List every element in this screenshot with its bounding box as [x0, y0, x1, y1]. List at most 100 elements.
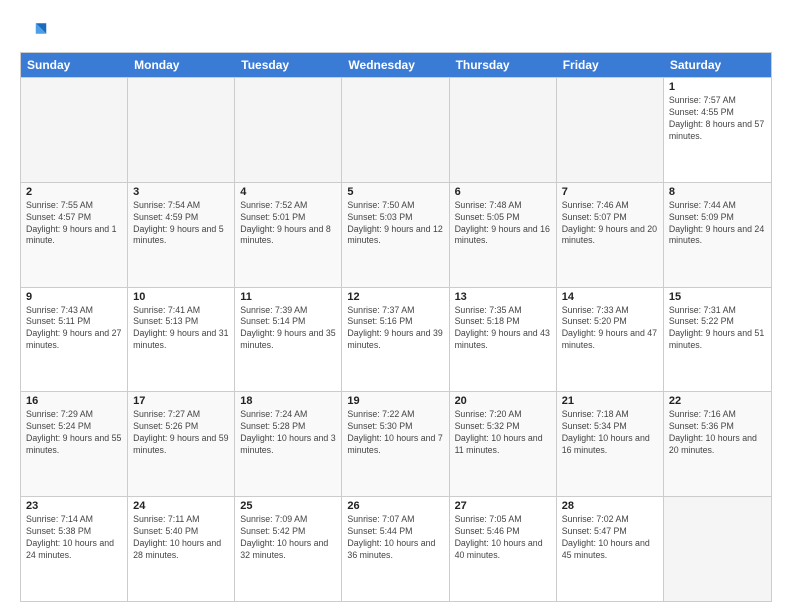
day-number: 26: [347, 500, 443, 512]
day-info: Sunrise: 7:27 AM Sunset: 5:26 PM Dayligh…: [133, 409, 229, 457]
day-info: Sunrise: 7:39 AM Sunset: 5:14 PM Dayligh…: [240, 305, 336, 353]
day-info: Sunrise: 7:43 AM Sunset: 5:11 PM Dayligh…: [26, 305, 122, 353]
cal-cell-4-2: 25 Sunrise: 7:09 AM Sunset: 5:42 PM Dayli…: [235, 497, 342, 601]
day-number: 8: [669, 186, 766, 198]
day-info: Sunrise: 7:05 AM Sunset: 5:46 PM Dayligh…: [455, 514, 551, 562]
cal-cell-4-5: 28 Sunrise: 7:02 AM Sunset: 5:47 PM Dayli…: [557, 497, 664, 601]
day-number: 1: [669, 81, 766, 93]
day-info: Sunrise: 7:11 AM Sunset: 5:40 PM Dayligh…: [133, 514, 229, 562]
cal-cell-3-2: 18 Sunrise: 7:24 AM Sunset: 5:28 PM Dayli…: [235, 392, 342, 496]
day-info: Sunrise: 7:09 AM Sunset: 5:42 PM Dayligh…: [240, 514, 336, 562]
day-info: Sunrise: 7:35 AM Sunset: 5:18 PM Dayligh…: [455, 305, 551, 353]
cal-cell-0-6: 1 Sunrise: 7:57 AM Sunset: 4:55 PM Daylig…: [664, 78, 771, 182]
cal-cell-2-6: 15Sunrise: 7:31 AM Sunset: 5:22 PM Dayli…: [664, 288, 771, 392]
calendar-row-3: 16Sunrise: 7:29 AM Sunset: 5:24 PM Dayli…: [21, 391, 771, 496]
cal-cell-4-6: [664, 497, 771, 601]
day-info: Sunrise: 7:22 AM Sunset: 5:30 PM Dayligh…: [347, 409, 443, 457]
header-day-sunday: Sunday: [21, 53, 128, 77]
cal-cell-1-2: 4 Sunrise: 7:52 AM Sunset: 5:01 PM Daylig…: [235, 183, 342, 287]
day-info: Sunrise: 7:16 AM Sunset: 5:36 PM Dayligh…: [669, 409, 766, 457]
day-info: Sunrise: 7:29 AM Sunset: 5:24 PM Dayligh…: [26, 409, 122, 457]
day-number: 9: [26, 291, 122, 303]
cal-cell-3-0: 16Sunrise: 7:29 AM Sunset: 5:24 PM Dayli…: [21, 392, 128, 496]
day-number: 2: [26, 186, 122, 198]
day-number: 25: [240, 500, 336, 512]
day-info: Sunrise: 7:37 AM Sunset: 5:16 PM Dayligh…: [347, 305, 443, 353]
cal-cell-2-5: 14Sunrise: 7:33 AM Sunset: 5:20 PM Dayli…: [557, 288, 664, 392]
cal-cell-1-1: 3 Sunrise: 7:54 AM Sunset: 4:59 PM Daylig…: [128, 183, 235, 287]
cal-cell-3-1: 17 Sunrise: 7:27 AM Sunset: 5:26 PM Dayli…: [128, 392, 235, 496]
header-day-thursday: Thursday: [450, 53, 557, 77]
day-info: Sunrise: 7:07 AM Sunset: 5:44 PM Dayligh…: [347, 514, 443, 562]
day-info: Sunrise: 7:31 AM Sunset: 5:22 PM Dayligh…: [669, 305, 766, 353]
cal-cell-0-5: [557, 78, 664, 182]
cal-cell-0-3: [342, 78, 449, 182]
day-info: Sunrise: 7:14 AM Sunset: 5:38 PM Dayligh…: [26, 514, 122, 562]
cal-cell-0-0: [21, 78, 128, 182]
header: [20, 18, 772, 46]
day-info: Sunrise: 7:18 AM Sunset: 5:34 PM Dayligh…: [562, 409, 658, 457]
cal-cell-3-6: 22 Sunrise: 7:16 AM Sunset: 5:36 PM Dayli…: [664, 392, 771, 496]
day-number: 13: [455, 291, 551, 303]
day-number: 19: [347, 395, 443, 407]
day-info: Sunrise: 7:41 AM Sunset: 5:13 PM Dayligh…: [133, 305, 229, 353]
header-day-tuesday: Tuesday: [235, 53, 342, 77]
day-number: 28: [562, 500, 658, 512]
cal-cell-1-5: 7 Sunrise: 7:46 AM Sunset: 5:07 PM Daylig…: [557, 183, 664, 287]
cal-cell-0-1: [128, 78, 235, 182]
cal-cell-1-6: 8 Sunrise: 7:44 AM Sunset: 5:09 PM Daylig…: [664, 183, 771, 287]
cal-cell-4-0: 23 Sunrise: 7:14 AM Sunset: 5:38 PM Dayli…: [21, 497, 128, 601]
day-number: 22: [669, 395, 766, 407]
header-day-friday: Friday: [557, 53, 664, 77]
day-number: 12: [347, 291, 443, 303]
day-number: 10: [133, 291, 229, 303]
header-day-saturday: Saturday: [664, 53, 771, 77]
day-info: Sunrise: 7:33 AM Sunset: 5:20 PM Dayligh…: [562, 305, 658, 353]
day-info: Sunrise: 7:24 AM Sunset: 5:28 PM Dayligh…: [240, 409, 336, 457]
cal-cell-2-0: 9 Sunrise: 7:43 AM Sunset: 5:11 PM Daylig…: [21, 288, 128, 392]
logo-icon: [20, 18, 48, 46]
day-number: 20: [455, 395, 551, 407]
logo: [20, 18, 52, 46]
cal-cell-4-4: 27 Sunrise: 7:05 AM Sunset: 5:46 PM Dayli…: [450, 497, 557, 601]
day-number: 18: [240, 395, 336, 407]
cal-cell-3-4: 20Sunrise: 7:20 AM Sunset: 5:32 PM Dayli…: [450, 392, 557, 496]
calendar-body: 1 Sunrise: 7:57 AM Sunset: 4:55 PM Daylig…: [21, 77, 771, 601]
header-day-wednesday: Wednesday: [342, 53, 449, 77]
day-number: 21: [562, 395, 658, 407]
day-number: 17: [133, 395, 229, 407]
page: SundayMondayTuesdayWednesdayThursdayFrid…: [0, 0, 792, 612]
day-info: Sunrise: 7:48 AM Sunset: 5:05 PM Dayligh…: [455, 200, 551, 248]
day-info: Sunrise: 7:57 AM Sunset: 4:55 PM Dayligh…: [669, 95, 766, 143]
cal-cell-3-3: 19 Sunrise: 7:22 AM Sunset: 5:30 PM Dayli…: [342, 392, 449, 496]
day-number: 3: [133, 186, 229, 198]
cal-cell-1-4: 6 Sunrise: 7:48 AM Sunset: 5:05 PM Daylig…: [450, 183, 557, 287]
day-info: Sunrise: 7:02 AM Sunset: 5:47 PM Dayligh…: [562, 514, 658, 562]
day-info: Sunrise: 7:54 AM Sunset: 4:59 PM Dayligh…: [133, 200, 229, 248]
cal-cell-3-5: 21 Sunrise: 7:18 AM Sunset: 5:34 PM Dayli…: [557, 392, 664, 496]
cal-cell-0-2: [235, 78, 342, 182]
cal-cell-2-4: 13 Sunrise: 7:35 AM Sunset: 5:18 PM Dayli…: [450, 288, 557, 392]
day-info: Sunrise: 7:55 AM Sunset: 4:57 PM Dayligh…: [26, 200, 122, 248]
day-number: 11: [240, 291, 336, 303]
calendar-row-4: 23 Sunrise: 7:14 AM Sunset: 5:38 PM Dayli…: [21, 496, 771, 601]
day-info: Sunrise: 7:52 AM Sunset: 5:01 PM Dayligh…: [240, 200, 336, 248]
cal-cell-0-4: [450, 78, 557, 182]
day-number: 7: [562, 186, 658, 198]
day-number: 27: [455, 500, 551, 512]
calendar-header: SundayMondayTuesdayWednesdayThursdayFrid…: [21, 53, 771, 77]
day-number: 23: [26, 500, 122, 512]
day-info: Sunrise: 7:50 AM Sunset: 5:03 PM Dayligh…: [347, 200, 443, 248]
day-number: 5: [347, 186, 443, 198]
day-info: Sunrise: 7:44 AM Sunset: 5:09 PM Dayligh…: [669, 200, 766, 248]
calendar-row-0: 1 Sunrise: 7:57 AM Sunset: 4:55 PM Daylig…: [21, 77, 771, 182]
day-number: 6: [455, 186, 551, 198]
day-number: 4: [240, 186, 336, 198]
cal-cell-1-0: 2 Sunrise: 7:55 AM Sunset: 4:57 PM Daylig…: [21, 183, 128, 287]
day-info: Sunrise: 7:46 AM Sunset: 5:07 PM Dayligh…: [562, 200, 658, 248]
cal-cell-2-3: 12 Sunrise: 7:37 AM Sunset: 5:16 PM Dayli…: [342, 288, 449, 392]
header-day-monday: Monday: [128, 53, 235, 77]
cal-cell-1-3: 5 Sunrise: 7:50 AM Sunset: 5:03 PM Daylig…: [342, 183, 449, 287]
cal-cell-2-2: 11 Sunrise: 7:39 AM Sunset: 5:14 PM Dayli…: [235, 288, 342, 392]
calendar-row-2: 9 Sunrise: 7:43 AM Sunset: 5:11 PM Daylig…: [21, 287, 771, 392]
